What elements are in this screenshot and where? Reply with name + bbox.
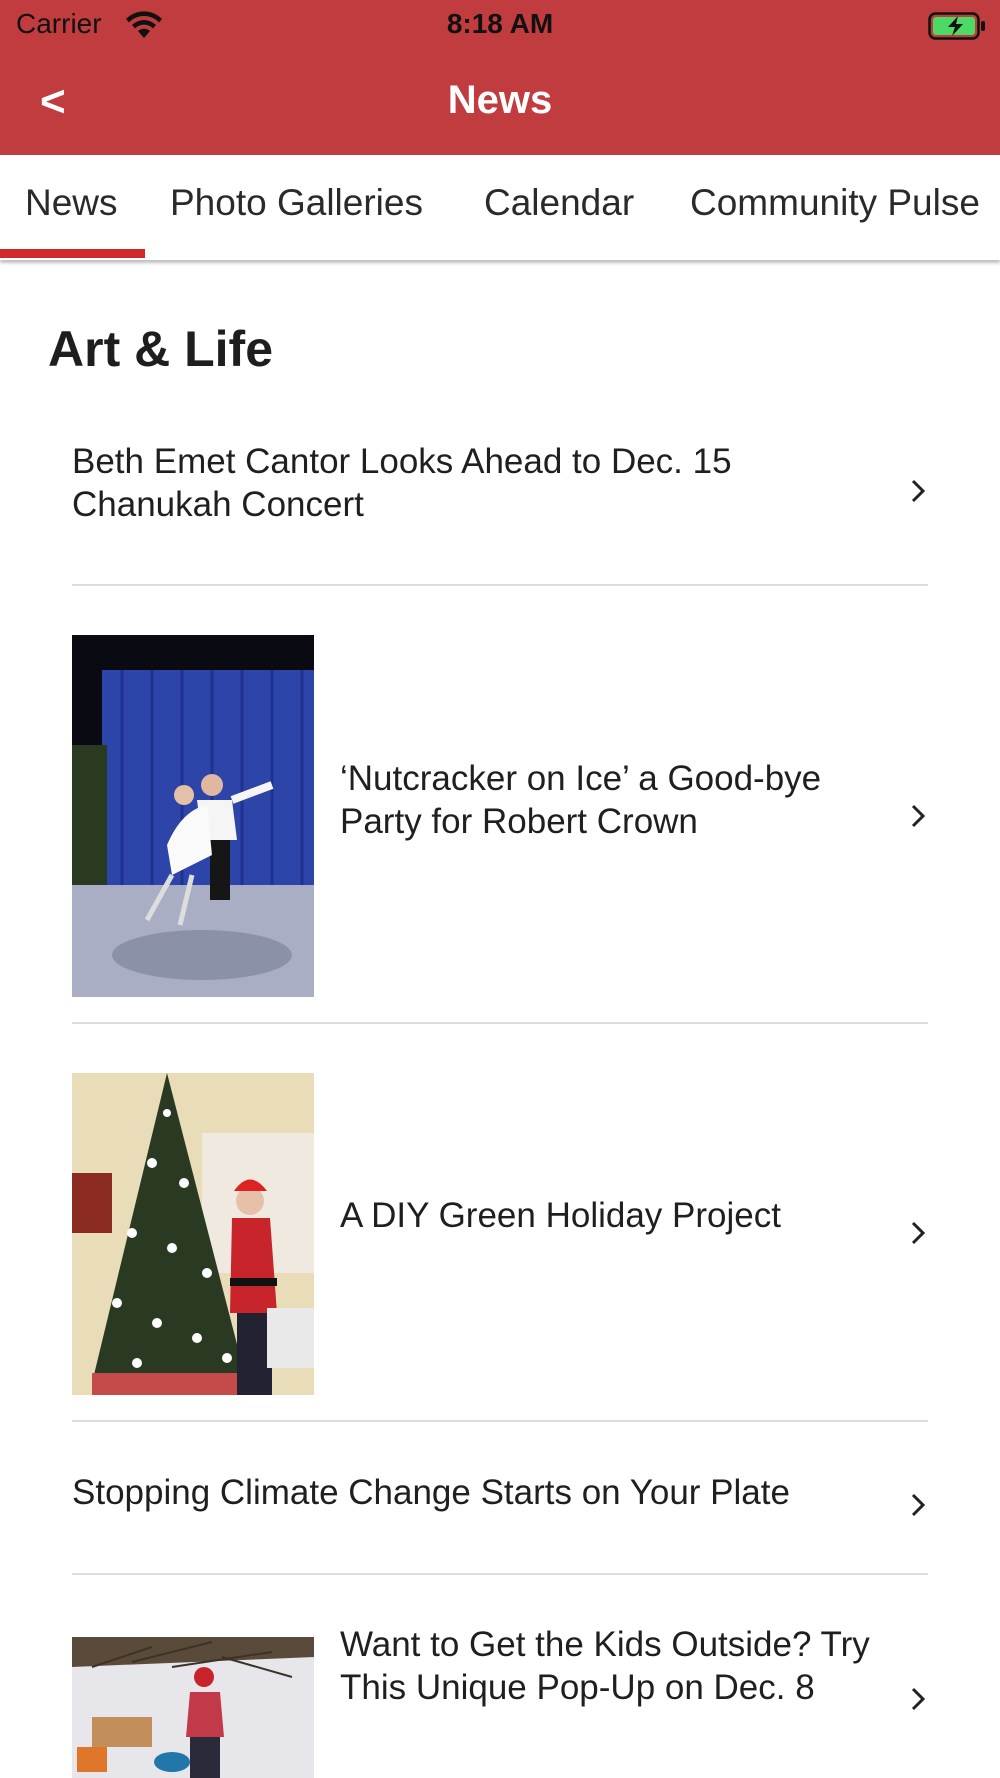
app-header: Carrier 8:18 AM < News bbox=[0, 0, 1000, 155]
status-time: 8:18 AM bbox=[446, 8, 554, 39]
article-row[interactable]: Beth Emet Cantor Looks Ahead to Dec. 15 … bbox=[72, 440, 928, 540]
tab-community-pulse[interactable]: Community Pulse bbox=[690, 155, 980, 260]
child-in-snow-photo bbox=[72, 1637, 314, 1778]
chevron-right-icon bbox=[911, 1493, 926, 1517]
chevron-right-icon bbox=[911, 1687, 926, 1711]
section-title: Art & Life bbox=[48, 321, 273, 377]
chevron-right-icon bbox=[911, 1221, 926, 1245]
christmas-tree-photo bbox=[72, 1073, 314, 1395]
chevron-right-icon bbox=[911, 479, 926, 503]
screen: Carrier 8:18 AM < News News Photo Galler… bbox=[0, 0, 1000, 1778]
article-title: ‘Nutcracker on Ice’ a Good-bye Party for… bbox=[340, 759, 822, 841]
chevron-right-icon bbox=[911, 804, 926, 828]
article-title: Want to Get the Kids Outside? Try This U… bbox=[340, 1625, 870, 1707]
active-tab-indicator bbox=[0, 249, 145, 258]
article-row[interactable]: ‘Nutcracker on Ice’ a Good-bye Party for… bbox=[72, 635, 928, 997]
tab-bar: News Photo Galleries Calendar Community … bbox=[0, 155, 1000, 260]
article-title: A DIY Green Holiday Project bbox=[340, 1196, 781, 1235]
ice-skaters-photo bbox=[72, 635, 314, 997]
row-divider bbox=[72, 1420, 928, 1422]
row-divider bbox=[72, 1022, 928, 1024]
row-divider bbox=[72, 584, 928, 586]
article-row[interactable]: Stopping Climate Change Starts on Your P… bbox=[72, 1471, 928, 1541]
nav-title: News bbox=[447, 78, 553, 122]
article-row[interactable]: Want to Get the Kids Outside? Try This U… bbox=[72, 1623, 928, 1778]
tab-calendar[interactable]: Calendar bbox=[484, 155, 634, 260]
article-title: Beth Emet Cantor Looks Ahead to Dec. 15 … bbox=[72, 442, 732, 524]
battery-charging-icon bbox=[928, 12, 986, 40]
article-row[interactable]: A DIY Green Holiday Project bbox=[72, 1073, 928, 1395]
tab-news[interactable]: News bbox=[25, 155, 118, 260]
row-divider bbox=[72, 1573, 928, 1575]
tab-photo-galleries[interactable]: Photo Galleries bbox=[170, 155, 423, 260]
article-title: Stopping Climate Change Starts on Your P… bbox=[72, 1473, 790, 1512]
